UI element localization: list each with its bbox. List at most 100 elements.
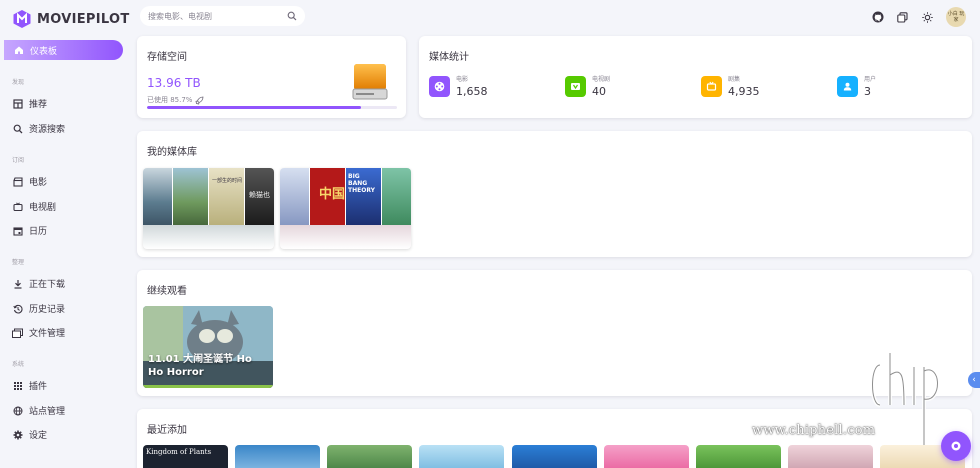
library-poster: BIG BANG THEORY	[346, 168, 381, 225]
nav-item-label: 插件	[29, 382, 48, 392]
stat-value: 1,658	[456, 85, 488, 98]
recent-poster[interactable]	[327, 445, 412, 468]
nav-item-recommend[interactable]: 推荐	[12, 97, 47, 110]
stat-users: 用户 3	[837, 74, 876, 98]
film-reel-icon	[429, 75, 450, 97]
recent-poster[interactable]: Kingdom of Plants	[143, 445, 228, 468]
nav-item-label: 日历	[29, 227, 48, 237]
nav-item-label: 推荐	[29, 100, 48, 110]
nav-section-title: 整理	[12, 259, 25, 266]
hard-drive-icon	[352, 64, 388, 100]
storage-progress-bar	[147, 106, 397, 109]
stat-label: 电影	[456, 76, 469, 83]
gear-icon	[951, 441, 961, 451]
nav-item-label: 文件管理	[29, 329, 66, 339]
media-library-card: 我的媒体库 一部生的时间 赖猫也 中国 BIG BANG THEORY	[137, 131, 972, 257]
nav-item-plugins[interactable]: 插件	[12, 379, 47, 392]
poster-title: BIG BANG THEORY	[348, 173, 375, 194]
recommend-icon	[12, 98, 23, 109]
copy-window-icon[interactable]	[896, 11, 909, 24]
media-stats-card: 媒体统计 电影 1,658 电视剧 40 剧集 4,935 用户 3	[419, 36, 972, 118]
nav-item-movies[interactable]: 电影	[12, 175, 47, 188]
library-tile-tv[interactable]: 中国 BIG BANG THEORY	[280, 168, 411, 249]
app-logo[interactable]: MOVIEPILOT	[12, 9, 130, 29]
library-poster: 一部生的时间	[209, 168, 244, 225]
media-stats-title: 媒体统计	[429, 52, 469, 63]
stat-value: 3	[864, 85, 871, 98]
rocket-icon	[195, 96, 204, 104]
watermark-url: www.chiphell.com	[752, 423, 876, 438]
nav-item-settings[interactable]: 设定	[12, 428, 47, 441]
nav-section-title: 订阅	[12, 157, 25, 164]
recent-poster[interactable]	[235, 445, 320, 468]
continue-progress-bar	[143, 385, 273, 388]
settings-fab[interactable]	[941, 431, 971, 461]
library-reflection	[143, 225, 274, 249]
github-icon[interactable]	[871, 11, 884, 24]
theme-sun-icon[interactable]	[921, 11, 934, 24]
continue-item[interactable]: 11.01 大闹圣诞节 Ho Ho Horror	[143, 306, 273, 388]
moviepilot-logo-icon	[13, 10, 31, 28]
nav-item-downloading[interactable]: 正在下载	[12, 277, 65, 290]
clapperboard-icon	[12, 176, 23, 187]
calendar-icon	[12, 225, 23, 236]
search-icon[interactable]	[287, 11, 297, 21]
app-name: MOVIEPILOT	[37, 11, 130, 27]
nav-item-sites[interactable]: 站点管理	[12, 404, 65, 417]
nav-item-label: 电视剧	[29, 203, 57, 213]
recent-poster[interactable]	[604, 445, 689, 468]
nav-item-history[interactable]: 历史记录	[12, 302, 65, 315]
topbar-actions: 小白 玩 家	[871, 7, 966, 27]
nav-item-label: 资源搜索	[29, 125, 66, 135]
library-poster	[143, 168, 172, 225]
storage-used: 已使用 85.7%	[147, 95, 204, 105]
tv-icon	[565, 75, 586, 97]
nav-item-calendar[interactable]: 日历	[12, 224, 47, 237]
library-reflection	[280, 225, 411, 249]
history-icon	[12, 303, 23, 314]
nav-item-label: 正在下载	[29, 280, 66, 290]
nav-section-title: 系统	[12, 361, 25, 368]
download-icon	[12, 278, 23, 289]
nav-item-label: 仪表板	[30, 46, 58, 57]
sidebar: MOVIEPILOT 仪表板 发现 推荐 资源搜索 订阅 电影 电视剧 日历 整…	[0, 0, 132, 468]
gear-icon	[12, 429, 23, 440]
library-tile-movies[interactable]: 一部生的时间 赖猫也	[143, 168, 274, 249]
nav-item-resource-search[interactable]: 资源搜索	[12, 122, 65, 135]
stat-label: 电视剧	[592, 76, 611, 83]
nav-item-label: 设定	[29, 431, 48, 441]
tv-icon	[12, 201, 23, 212]
stat-episodes: 剧集 4,935	[701, 74, 760, 98]
episodes-icon	[701, 75, 722, 97]
library-poster: 中国	[310, 168, 345, 225]
globe-icon	[12, 405, 23, 416]
search-input[interactable]	[148, 11, 287, 21]
nav-item-file-manager[interactable]: 文件管理	[12, 326, 65, 339]
recent-title: 最近添加	[147, 425, 187, 436]
library-poster	[280, 168, 309, 225]
poster-title: 一部生的时间	[212, 178, 243, 184]
stat-value: 40	[592, 85, 606, 98]
stat-label: 用户	[864, 76, 877, 83]
folder-icon	[12, 327, 23, 338]
user-icon	[837, 75, 858, 97]
stat-movies: 电影 1,658	[429, 74, 488, 98]
user-avatar[interactable]: 小白 玩 家	[946, 7, 966, 27]
library-poster	[173, 168, 208, 225]
nav-item-tv[interactable]: 电视剧	[12, 200, 56, 213]
library-poster	[382, 168, 411, 225]
search-bar[interactable]	[140, 6, 305, 26]
chevron-left-icon[interactable]: ‹	[968, 372, 980, 388]
continue-item-title: 11.01 大闹圣诞节 Ho Ho Horror	[148, 354, 252, 378]
storage-progress-fill	[147, 106, 362, 109]
recent-poster[interactable]	[419, 445, 504, 468]
storage-value: 13.96 TB	[147, 76, 201, 90]
home-icon	[13, 45, 24, 56]
nav-item-label: 历史记录	[29, 305, 66, 315]
library-poster: 赖猫也	[245, 168, 274, 225]
recent-poster[interactable]	[512, 445, 597, 468]
library-title: 我的媒体库	[147, 147, 197, 158]
grid-icon	[12, 380, 23, 391]
nav-item-dashboard[interactable]: 仪表板	[4, 40, 123, 60]
storage-title: 存储空间	[147, 52, 187, 63]
